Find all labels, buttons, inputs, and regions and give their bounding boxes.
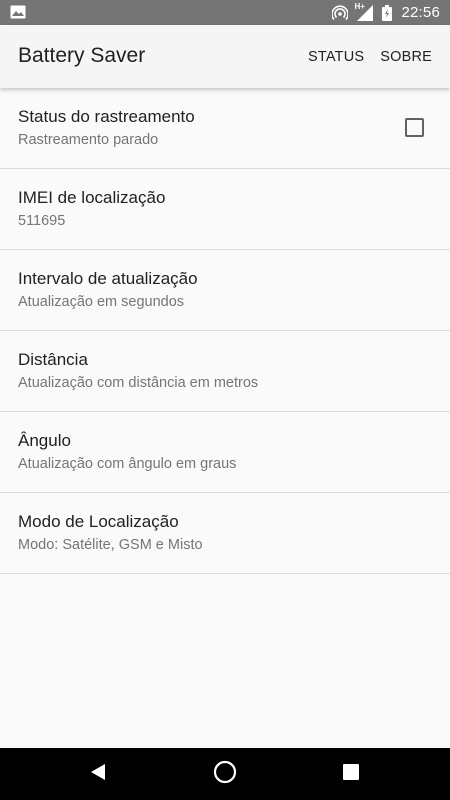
pref-summary: 511695 — [18, 213, 66, 229]
pref-update-interval[interactable]: Intervalo de atualização Atualização em … — [0, 250, 450, 331]
recents-button[interactable] — [321, 748, 381, 800]
home-button[interactable] — [195, 748, 255, 800]
pref-tracking-status[interactable]: Status do rastreamento Rastreamento para… — [0, 88, 450, 169]
pref-title: IMEI de localização — [18, 188, 166, 207]
pref-summary: Rastreamento parado — [18, 132, 159, 148]
network-type-label: H+ — [354, 1, 365, 11]
recents-icon — [343, 763, 359, 785]
home-icon — [213, 760, 237, 789]
hotspot-icon — [332, 4, 349, 21]
signal-icon: H+ — [354, 1, 375, 21]
pref-title: Distância — [18, 350, 88, 369]
status-action-button[interactable]: STATUS — [300, 41, 372, 73]
pref-distance[interactable]: Distância Atualização com distância em m… — [0, 331, 450, 412]
back-button[interactable] — [68, 748, 128, 800]
pref-title: Modo de Localização — [18, 512, 179, 531]
preference-list: Status do rastreamento Rastreamento para… — [0, 88, 450, 574]
app-title: Battery Saver — [18, 44, 146, 67]
pref-angle[interactable]: Ângulo Atualização com ângulo em graus — [0, 412, 450, 493]
status-icons: H+ 22:56 — [332, 0, 440, 25]
pref-title: Status do rastreamento — [18, 107, 195, 126]
pref-location-mode[interactable]: Modo de Localização Modo: Satélite, GSM … — [0, 493, 450, 574]
status-bar: H+ 22:56 — [0, 0, 450, 25]
pref-summary: Atualização em segundos — [18, 294, 185, 310]
pref-title: Intervalo de atualização — [18, 269, 198, 288]
pref-title: Ângulo — [18, 431, 71, 450]
screen: H+ 22:56 Battery Saver STATUS SOBRE Stat… — [0, 0, 450, 800]
pref-summary: Modo: Satélite, GSM e Misto — [18, 537, 203, 553]
pref-summary: Atualização com distância em metros — [18, 375, 259, 391]
pref-location-imei[interactable]: IMEI de localização 511695 — [0, 169, 450, 250]
about-action-button[interactable]: SOBRE — [372, 41, 440, 73]
app-bar-actions: STATUS SOBRE — [300, 25, 440, 88]
tracking-checkbox[interactable] — [405, 118, 424, 137]
battery-icon — [382, 4, 393, 21]
image-notification-icon — [10, 5, 26, 19]
status-time: 22:56 — [401, 4, 440, 21]
back-icon — [89, 763, 107, 786]
navigation-bar — [0, 748, 450, 800]
app-bar: Battery Saver STATUS SOBRE — [0, 25, 450, 88]
pref-summary: Atualização com ângulo em graus — [18, 456, 237, 472]
